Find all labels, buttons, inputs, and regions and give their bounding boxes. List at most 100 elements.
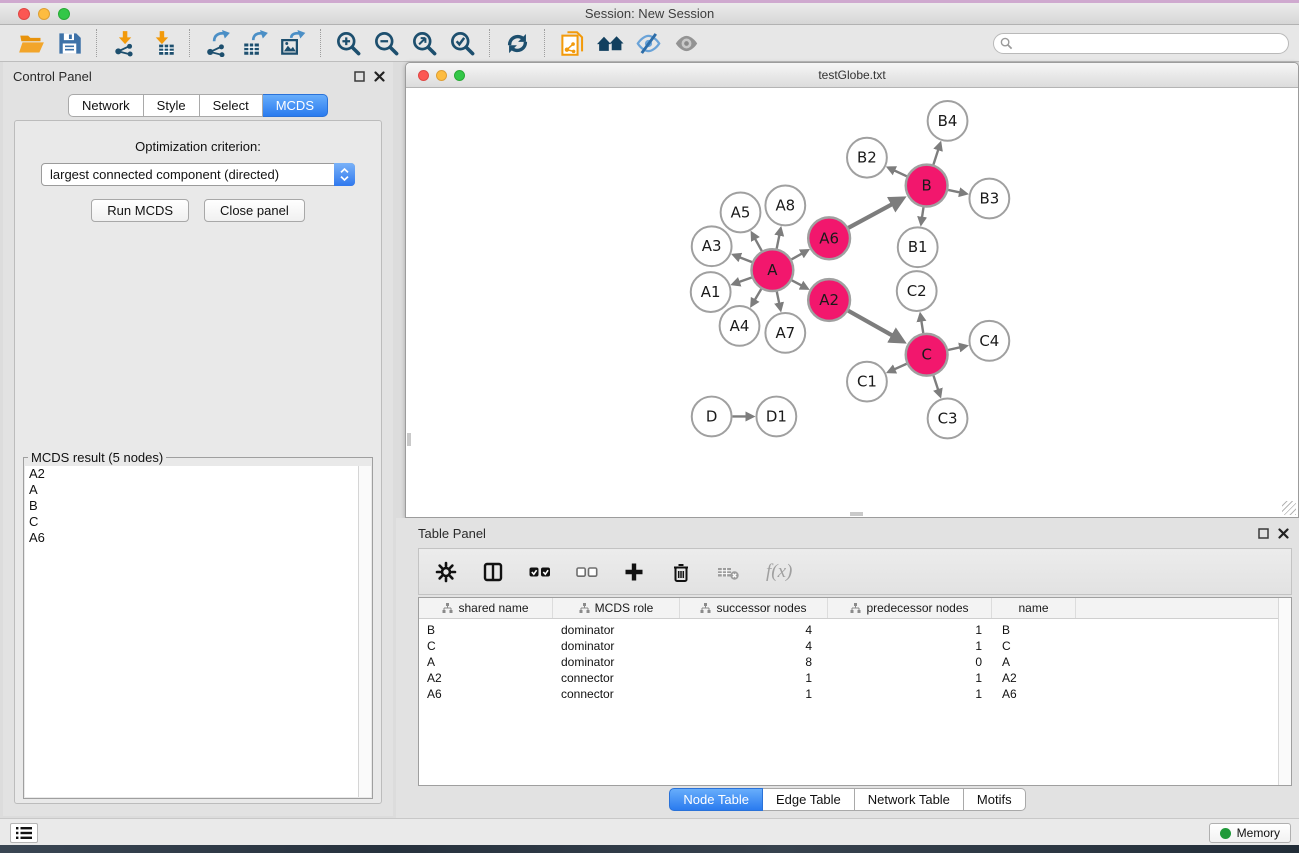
graph-edge[interactable] — [777, 234, 780, 249]
tab-edge-table[interactable]: Edge Table — [763, 788, 855, 811]
deselect-all-icon[interactable] — [576, 561, 598, 583]
tab-network[interactable]: Network — [68, 94, 144, 117]
show-all-icon[interactable] — [667, 27, 705, 59]
table-cell[interactable]: A — [992, 655, 1076, 669]
column-header-shared-name[interactable]: shared name — [419, 598, 553, 618]
table-row[interactable]: Adominator80A — [419, 654, 1291, 670]
zoom-out-icon[interactable] — [367, 27, 405, 59]
export-image-icon[interactable] — [274, 27, 312, 59]
graph-edge[interactable] — [893, 170, 907, 176]
table-scrollbar[interactable] — [1278, 598, 1291, 785]
first-neighbors-icon[interactable] — [591, 27, 629, 59]
tab-network-table[interactable]: Network Table — [855, 788, 964, 811]
network-window-titlebar[interactable]: testGlobe.txt — [406, 63, 1298, 88]
mcds-result-item[interactable]: C — [25, 514, 358, 530]
network-maximize-button[interactable] — [454, 70, 465, 81]
network-close-button[interactable] — [418, 70, 429, 81]
hide-selected-icon[interactable] — [629, 27, 667, 59]
task-history-button[interactable] — [10, 823, 38, 843]
import-table-icon[interactable] — [143, 27, 181, 59]
table-cell[interactable]: C — [992, 639, 1076, 653]
mcds-result-item[interactable]: B — [25, 498, 358, 514]
mcds-result-item[interactable]: A — [25, 482, 358, 498]
zoom-in-icon[interactable] — [329, 27, 367, 59]
table-cell[interactable]: A2 — [992, 671, 1076, 685]
close-window-button[interactable] — [18, 8, 30, 20]
mcds-result-item[interactable]: A6 — [25, 530, 358, 546]
graph-edge[interactable] — [948, 347, 961, 350]
zoom-fit-icon[interactable] — [405, 27, 443, 59]
table-cell[interactable]: 1 — [828, 671, 992, 685]
table-cell[interactable]: 0 — [828, 655, 992, 669]
settings-gear-icon[interactable] — [435, 561, 457, 583]
table-cell[interactable]: B — [419, 623, 553, 637]
graph-edge[interactable] — [933, 376, 938, 391]
float-panel-icon[interactable] — [1258, 526, 1269, 544]
table-cell[interactable]: B — [992, 623, 1076, 637]
graph-edge[interactable] — [893, 364, 906, 370]
column-header-successor-nodes[interactable]: successor nodes — [680, 598, 828, 618]
export-table-icon[interactable] — [236, 27, 274, 59]
table-cell[interactable]: dominator — [553, 639, 680, 653]
network-canvas[interactable]: B4B2BB3B1A5A8A6A3AA1A2A4A7C2C4CC1C3DD1 — [407, 89, 1297, 516]
open-file-icon[interactable] — [12, 27, 50, 59]
tab-style[interactable]: Style — [144, 94, 200, 117]
table-cell[interactable]: connector — [553, 687, 680, 701]
table-cell[interactable]: A2 — [419, 671, 553, 685]
table-cell[interactable]: 1 — [828, 639, 992, 653]
table-row[interactable]: Cdominator41C — [419, 638, 1291, 654]
optimization-criterion-dropdown[interactable]: largest connected component (directed) — [41, 163, 355, 186]
close-panel-button[interactable]: Close panel — [204, 199, 305, 222]
graph-edge[interactable] — [848, 311, 894, 337]
table-cell[interactable]: 8 — [680, 655, 828, 669]
column-header-mcds-role[interactable]: MCDS role — [553, 598, 680, 618]
mcds-result-list[interactable]: A2ABCA6 — [25, 466, 358, 797]
graph-edge[interactable] — [933, 148, 938, 164]
maximize-window-button[interactable] — [58, 8, 70, 20]
table-cell[interactable]: A6 — [992, 687, 1076, 701]
graph-edge[interactable] — [754, 289, 761, 301]
table-cell[interactable]: C — [419, 639, 553, 653]
delete-column-icon[interactable] — [670, 561, 692, 583]
float-panel-icon[interactable] — [354, 69, 365, 87]
table-cell[interactable]: 1 — [680, 671, 828, 685]
tab-node-table[interactable]: Node Table — [669, 788, 763, 811]
table-cell[interactable]: 4 — [680, 639, 828, 653]
table-row[interactable]: Bdominator41B — [419, 622, 1291, 638]
search-input[interactable] — [993, 33, 1289, 54]
network-minimize-button[interactable] — [436, 70, 447, 81]
minimize-window-button[interactable] — [38, 8, 50, 20]
function-builder-icon[interactable]: f(x) — [766, 561, 792, 583]
network-horizontal-scroll-thumb[interactable] — [850, 512, 863, 516]
window-resize-grip[interactable] — [1282, 501, 1296, 515]
select-all-icon[interactable] — [529, 561, 551, 583]
graph-edge[interactable] — [754, 238, 761, 251]
graph-edge[interactable] — [792, 280, 803, 286]
table-cell[interactable]: 1 — [828, 623, 992, 637]
mcds-result-item[interactable]: A2 — [25, 466, 358, 482]
table-cell[interactable]: dominator — [553, 655, 680, 669]
import-network-icon[interactable] — [105, 27, 143, 59]
table-cell[interactable]: dominator — [553, 623, 680, 637]
table-cell[interactable]: connector — [553, 671, 680, 685]
node-table-body[interactable]: Bdominator41BCdominator41CAdominator80AA… — [419, 619, 1291, 702]
tab-mcds[interactable]: MCDS — [263, 94, 328, 117]
table-cell[interactable]: 1 — [680, 687, 828, 701]
graph-edge[interactable] — [739, 257, 752, 262]
refresh-icon[interactable] — [498, 27, 536, 59]
table-cell[interactable]: 1 — [828, 687, 992, 701]
column-view-icon[interactable] — [482, 561, 504, 583]
memory-button[interactable]: Memory — [1209, 823, 1291, 843]
save-session-icon[interactable] — [50, 27, 88, 59]
network-vertical-scroll-thumb[interactable] — [407, 433, 411, 446]
table-cell[interactable]: A6 — [419, 687, 553, 701]
zoom-selected-icon[interactable] — [443, 27, 481, 59]
delete-table-icon[interactable] — [717, 561, 741, 583]
graph-edge[interactable] — [848, 203, 894, 228]
graph-edge[interactable] — [791, 253, 803, 260]
tab-motifs[interactable]: Motifs — [964, 788, 1026, 811]
network-graph[interactable]: B4B2BB3B1A5A8A6A3AA1A2A4A7C2C4CC1C3DD1 — [407, 89, 1297, 516]
table-row[interactable]: A2connector11A2 — [419, 670, 1291, 686]
table-cell[interactable]: A — [419, 655, 553, 669]
graph-edge[interactable] — [777, 292, 780, 305]
